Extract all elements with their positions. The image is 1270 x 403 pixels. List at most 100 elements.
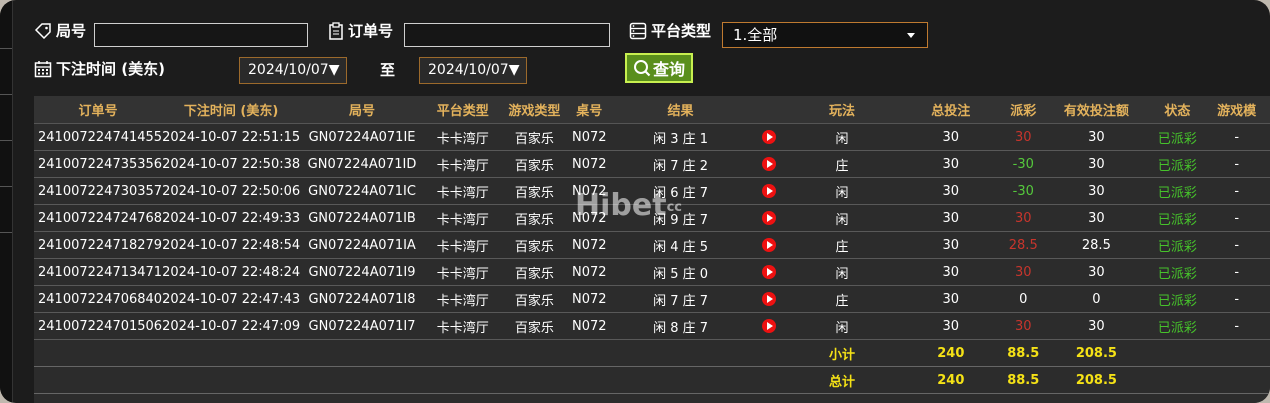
column-header: 平台类型 [423,96,502,124]
summary-cell: 240 [896,366,1006,394]
cell-time: 2024-10-07 22:47:09 [162,312,301,340]
table-row[interactable]: 241007224730357 2024-10-07 22:50:06 GN0722… [34,177,1270,205]
table-row[interactable]: 241007224724768 2024-10-07 22:49:33 GN0722… [34,204,1270,232]
cell-round: GN07224A071I8 [300,285,424,313]
cell-round: GN07224A071ID [300,150,424,178]
cell-payout: 28.5 [1005,231,1042,259]
summary-cell: 88.5 [1005,366,1042,394]
cell-order: 241007224724768 [34,204,163,232]
cell-round: GN07224A071IC [300,177,424,205]
summary-cell [749,366,788,394]
cell-bet: 30 [896,150,1006,178]
summary-cell [300,339,424,367]
cell-time: 2024-10-07 22:50:38 [162,150,301,178]
cell-status: 已派彩 [1151,204,1204,232]
cell-table: N072 [567,258,612,286]
cell-status: 已派彩 [1151,150,1204,178]
cell-platform: 卡卡湾厅 [423,258,502,286]
cell-mode: - [1203,231,1270,259]
platform-select[interactable]: 1.全部 [722,22,928,48]
table-row[interactable]: 241007224718279 2024-10-07 22:48:54 GN0722… [34,231,1270,259]
play-video-icon[interactable] [761,238,776,252]
cell-bet: 30 [896,312,1006,340]
cell-platform: 卡卡湾厅 [423,150,502,178]
cell-game: 百家乐 [501,258,568,286]
cell-mode: - [1203,123,1270,151]
replay-cell [749,285,788,313]
cell-round: GN07224A071I7 [300,312,424,340]
cell-round: GN07224A071IA [300,231,424,259]
cell-valid: 30 [1041,312,1152,340]
play-video-icon[interactable] [761,319,776,333]
cell-valid: 30 [1041,204,1152,232]
table-row[interactable]: 241007224735356 2024-10-07 22:50:38 GN0722… [34,150,1270,178]
cell-valid: 30 [1041,123,1152,151]
round-input[interactable] [94,23,308,47]
play-video-icon[interactable] [761,265,776,279]
play-video-icon[interactable] [761,130,776,144]
summary-cell [1203,366,1270,394]
summary-cell [34,339,163,367]
cell-order: 241007224735356 [34,150,163,178]
cell-mode: - [1203,285,1270,313]
sidebar-divider [0,140,12,141]
date-to-picker[interactable]: 2024/10/07▼ [419,57,527,84]
cell-round: GN07224A071I9 [300,258,424,286]
cell-bet: 30 [896,123,1006,151]
cell-payout: -30 [1005,177,1042,205]
date-from-picker[interactable]: 2024/10/07▼ [239,57,347,84]
replay-cell [749,312,788,340]
column-header: 订单号 [34,96,163,124]
summary-cell [749,339,788,367]
cell-valid: 30 [1041,177,1152,205]
cell-platform: 卡卡湾厅 [423,123,502,151]
query-button[interactable]: 查询 [625,53,693,83]
cell-time: 2024-10-07 22:47:43 [162,285,301,313]
cell-platform: 卡卡湾厅 [423,285,502,313]
query-button-label: 查询 [652,60,685,79]
tag-icon [34,22,51,39]
cell-table: N072 [567,150,612,178]
round-label: 局号 [34,20,86,41]
play-video-icon[interactable] [761,184,776,198]
sidebar-divider [0,94,12,95]
cell-bet: 30 [896,285,1006,313]
round-label-text: 局号 [56,22,87,40]
cell-payout: 30 [1005,312,1042,340]
table-row[interactable]: 241007224741455 2024-10-07 22:51:15 GN0722… [34,123,1270,151]
column-header [749,96,788,124]
table-row[interactable]: 241007224713471 2024-10-07 22:48:24 GN0722… [34,258,1270,286]
summary-cell [567,339,612,367]
server-list-icon [629,22,647,39]
column-header: 桌号 [567,96,612,124]
column-header: 下注时间 (美东) [162,96,301,124]
column-header: 游戏类型 [501,96,568,124]
cell-platform: 卡卡湾厅 [423,177,502,205]
table-row[interactable]: 241007224706840 2024-10-07 22:47:43 GN0722… [34,285,1270,313]
order-input[interactable] [404,23,610,47]
cell-play: 闲 [787,258,897,286]
sidebar-divider [0,48,12,49]
play-video-icon[interactable] [761,211,776,225]
column-header: 结果 [611,96,750,124]
cell-payout: 30 [1005,204,1042,232]
summary-cell [423,366,502,394]
cell-status: 已派彩 [1151,312,1204,340]
cell-bet: 30 [896,258,1006,286]
play-video-icon[interactable] [761,157,776,171]
summary-cell [501,339,568,367]
cell-bet: 30 [896,204,1006,232]
cell-status: 已派彩 [1151,258,1204,286]
records-table: 订单号 下注时间 (美东) 局号 平台类型 游戏类型 桌号 结果 玩法 总投注 派彩 有效投注额 状态… [34,96,1270,394]
cell-payout: 30 [1005,123,1042,151]
cell-game: 百家乐 [501,231,568,259]
play-video-icon[interactable] [761,292,776,306]
cell-play: 闲 [787,123,897,151]
cell-result: 闲 3 庄 1 [611,123,750,151]
cell-status: 已派彩 [1151,231,1204,259]
summary-cell: 小计 [787,339,897,367]
table-row[interactable]: 241007224701506 2024-10-07 22:47:09 GN0722… [34,312,1270,340]
cell-valid: 30 [1041,258,1152,286]
cell-table: N072 [567,312,612,340]
cell-mode: - [1203,312,1270,340]
